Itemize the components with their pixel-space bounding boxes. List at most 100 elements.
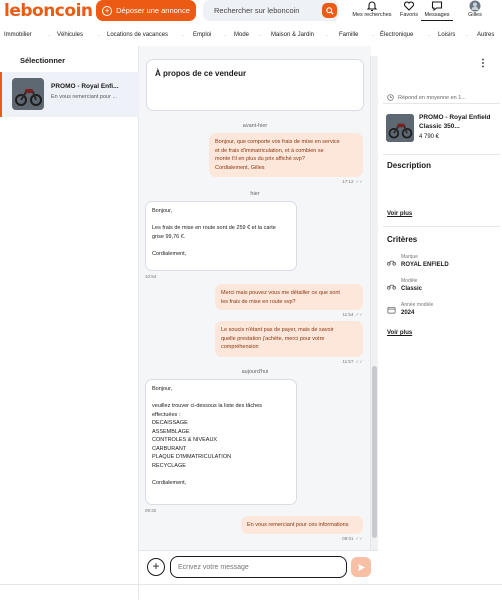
category-link[interactable]: Loisirs [438,32,455,38]
message-time: 10:54 [145,274,157,279]
conversation-item[interactable]: PROMO - Royal Enfi... En vous remerciant… [0,72,139,117]
nav-label: Mes recherches [352,12,392,18]
read-check-icon: ✓✓ [355,536,363,541]
ad-details-panel: ⋮ Répond en moyenne en 1... PROMO - Roya… [379,46,502,600]
read-check-icon: ✓✓ [355,359,363,364]
conversation-list: Sélectionner PROMO - Royal Enfi... En vo… [0,46,139,600]
nav-label: Favoris [399,12,419,18]
criteria-year: Année modèle 2024 [387,300,497,322]
motorbike-icon [387,284,396,290]
seller-info-card[interactable]: À propos de ce vendeur [146,59,364,111]
separator-dot: · [372,33,374,39]
separator-dot: · [428,33,430,39]
message-bubble-sent: En vous remerciant pour ces informations [241,516,363,534]
top-bar: leboncoin + Déposer une annonce Recherch… [0,0,502,24]
message-time: 17:12 ✓✓ [342,179,363,184]
message-input[interactable] [170,556,347,578]
chat-scrollbar[interactable] [370,56,378,550]
criteria-value: 2024 [401,310,415,316]
criteria-value: Classic [401,286,423,292]
criteria-key: Année modèle [401,302,434,308]
conversation-title: PROMO - Royal Enfi... [51,83,119,90]
day-separator: hier [250,191,260,197]
category-link[interactable]: Emploi [193,32,211,38]
message-icon [431,1,443,12]
message-time: 09:32 [145,508,157,513]
criteria-model: Modèle Classic [387,276,497,298]
category-bar: Immobilier · Véhicules · Locations de va… [0,30,502,42]
category-link[interactable]: Véhicules [57,32,83,38]
heart-icon [403,1,415,11]
separator-dot: · [98,33,100,39]
read-check-icon: ✓✓ [355,179,363,184]
message-bubble-sent: Bonjour, que comporte vos frais de mise … [209,133,363,177]
message-bubble-received: Bonjour, veuillez trouver ci-dessous la … [145,379,297,505]
nav-label: Messages [424,12,450,18]
send-button[interactable] [351,557,371,577]
nav-account[interactable]: Gilles [455,0,495,18]
description-title: Description [387,161,432,170]
separator-dot: · [259,33,261,39]
divider [383,226,500,227]
criteria-value: ROYAL ENFIELD [401,262,449,268]
leboncoin-logo[interactable]: leboncoin [4,1,93,21]
message-bubble-received: Bonjour, Les frais de mise en route sont… [145,201,297,271]
category-link[interactable]: Immobilier [4,32,32,38]
divider [383,154,500,155]
post-ad-label: Déposer une annonce [116,6,190,15]
send-icon [357,563,365,571]
bell-icon [366,1,378,12]
read-check-icon: ✓✓ [355,312,363,317]
criteria-key: Modèle [401,278,418,284]
ad-card[interactable]: PROMO - Royal Enfield Classic 350... 4 7… [383,110,500,152]
see-more-description-link[interactable]: Voir plus [387,211,412,217]
category-link[interactable]: Maison & Jardin [271,32,314,38]
category-link[interactable]: Mode [234,32,249,38]
select-button[interactable]: Sélectionner [0,46,138,72]
criteria-key: Marque [401,254,418,260]
separator-dot: · [224,33,226,39]
day-separator: aujourd'hui [241,369,269,375]
nav-messages[interactable]: Messages [417,0,457,21]
response-time-text: Répond en moyenne en 1... [398,94,466,101]
criteria-title: Critères [387,235,418,244]
search-placeholder: Rechercher sur leboncoin [214,6,300,15]
message-bubble-sent: Merci mais pouvez vous me détailler ce q… [215,284,363,310]
category-link[interactable]: Locations de vacances [107,32,168,38]
conversation-preview: En vous remerciant pour ... [51,94,118,100]
separator-dot: · [326,33,328,39]
category-link[interactable]: Électronique [380,32,413,38]
message-composer: + [139,550,378,584]
separator-dot: · [48,33,50,39]
add-attachment-button[interactable]: + [147,558,165,576]
see-more-criteria-link[interactable]: Voir plus [387,330,412,336]
message-time: 11:57 ✓✓ [342,359,363,364]
category-link[interactable]: Famille [339,32,358,38]
avatar [469,0,481,12]
motorbike-thumbnail [12,78,44,110]
more-options-icon[interactable]: ⋮ [478,58,488,69]
calendar-icon [387,306,396,314]
search-input[interactable]: Rechercher sur leboncoin [203,0,339,21]
category-link[interactable]: Autres [477,32,494,38]
separator-dot: · [466,33,468,39]
search-button[interactable] [322,3,337,18]
message-time: 09:01 ✓✓ [342,536,363,541]
search-icon [325,6,334,15]
nav-my-searches[interactable]: Mes recherches [352,0,392,18]
chat-thread: À propos de ce vendeur avant-hier Bonjou… [139,46,371,550]
separator-dot: · [182,33,184,39]
motorbike-thumbnail [386,114,414,142]
clock-icon [387,94,394,101]
post-ad-button[interactable]: + Déposer une annonce [96,0,196,21]
message-bubble-sent: Le soucis n'étant pas de payer, mais de … [215,321,363,357]
day-separator: avant-hier [242,123,268,129]
ad-price: 4 790 € [419,134,440,140]
response-time: Répond en moyenne en 1... [383,92,500,104]
ad-title: PROMO - Royal Enfield Classic 350... [419,114,491,130]
criteria-brand: Marque ROYAL ENFIELD [387,252,497,274]
scrollbar-thumb[interactable] [372,366,377,538]
message-time: 11:54 ✓✓ [342,312,363,317]
motorbike-icon [387,260,396,266]
nav-label: Gilles [468,12,482,18]
